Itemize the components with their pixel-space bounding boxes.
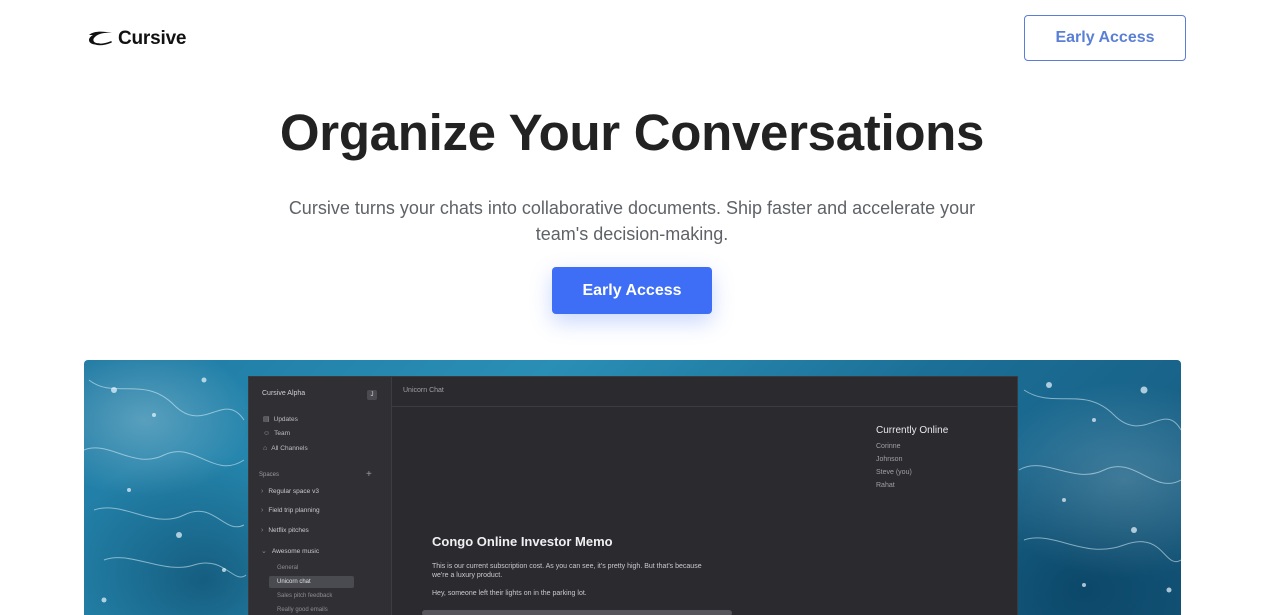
channel-item-active[interactable]: Unicorn chat <box>269 576 354 588</box>
early-access-header-button[interactable]: Early Access <box>1024 15 1186 61</box>
app-window: Cursive Alpha J ▤ Updates ☺ Team ⌂ All C… <box>248 376 1018 615</box>
logo[interactable]: Cursive <box>86 27 187 51</box>
updates-icon: ▤ <box>263 416 270 423</box>
hero-title: Organize Your Conversations <box>279 104 985 161</box>
sidebar-item-updates[interactable]: ▤ Updates <box>263 415 298 424</box>
currently-online-heading: Currently Online <box>876 425 949 436</box>
app-sidebar: Cursive Alpha J ▤ Updates ☺ Team ⌂ All C… <box>249 377 392 615</box>
channels-icon: ⌂ <box>263 445 268 452</box>
channel-item[interactable]: Sales pitch feedback <box>277 593 332 599</box>
space-item[interactable]: › Field trip planning <box>261 507 320 514</box>
workspace-avatar[interactable]: J <box>367 390 377 400</box>
sidebar-item-team[interactable]: ☺ Team <box>263 430 290 437</box>
workspace-name[interactable]: Cursive Alpha <box>262 390 305 397</box>
spaces-label: Spaces <box>259 472 280 478</box>
channel-item[interactable]: Really good emails <box>277 607 328 613</box>
message-input[interactable] <box>422 610 732 615</box>
online-user[interactable]: Johnson <box>876 456 902 463</box>
team-icon: ☺ <box>263 430 271 437</box>
product-preview: Cursive Alpha J ▤ Updates ☺ Team ⌂ All C… <box>84 360 1181 615</box>
space-item[interactable]: › Netflix pitches <box>261 527 309 534</box>
chat-topbar: Unicorn Chat <box>392 377 1017 407</box>
chevron-right-icon: › <box>261 488 264 495</box>
cursive-logo-icon <box>89 31 112 46</box>
online-user[interactable]: Steve (you) <box>876 469 912 476</box>
chevron-right-icon: › <box>261 507 264 514</box>
document-title: Congo Online Investor Memo <box>432 534 613 549</box>
chevron-right-icon: › <box>261 527 264 534</box>
logo-text: Cursive <box>118 28 187 49</box>
sidebar-item-all-channels[interactable]: ⌂ All Channels <box>263 445 308 452</box>
hero-subtitle: Cursive turns your chats into collaborat… <box>288 198 976 244</box>
early-access-hero-button[interactable]: Early Access <box>552 267 712 314</box>
chat-title: Unicorn Chat <box>403 387 444 394</box>
chevron-down-icon: ⌄ <box>261 548 267 555</box>
online-user[interactable]: Corinne <box>876 443 901 450</box>
space-item[interactable]: ⌄ Awesome music <box>261 547 319 556</box>
channel-item[interactable]: General <box>277 565 298 571</box>
document-paragraph: This is our current subscription cost. A… <box>432 563 702 579</box>
add-space-icon[interactable]: + <box>366 469 372 480</box>
online-user[interactable]: Rahat <box>876 482 895 489</box>
document-paragraph: Hey, someone left their lights on in the… <box>432 590 587 597</box>
space-item[interactable]: › Regular space v3 <box>261 488 319 495</box>
